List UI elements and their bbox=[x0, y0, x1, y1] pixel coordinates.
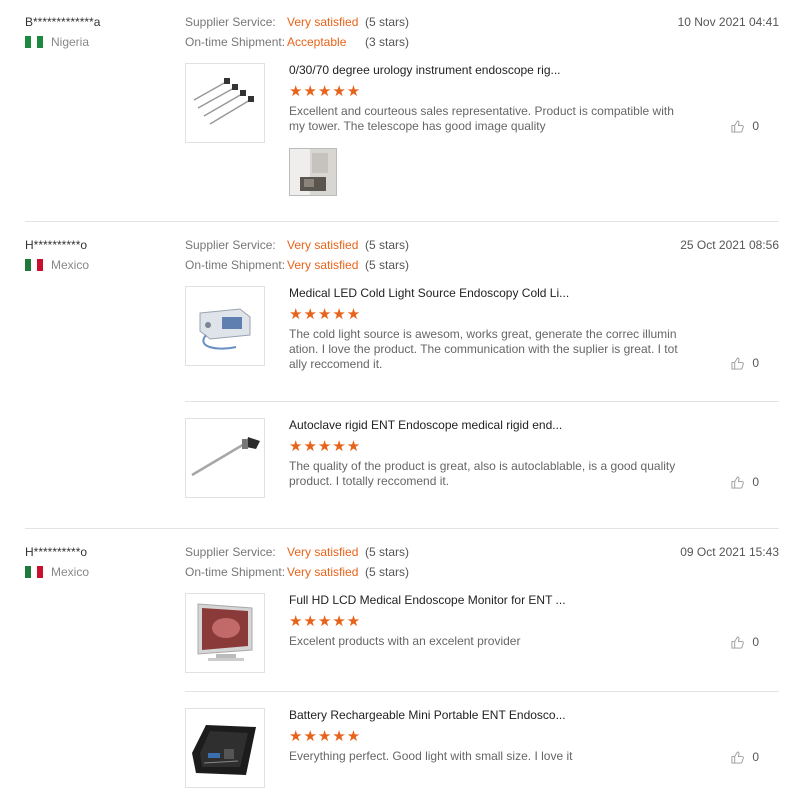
shipment-value: Very satisfied bbox=[287, 258, 359, 272]
like-count: 0 bbox=[752, 119, 759, 133]
shipment-label: On-time Shipment: bbox=[185, 35, 286, 49]
supplier-service-label: Supplier Service: bbox=[185, 238, 276, 252]
like-count: 0 bbox=[752, 635, 759, 649]
reviewed-product: Battery Rechargeable Mini Portable ENT E… bbox=[185, 708, 779, 790]
supplier-service-label: Supplier Service: bbox=[185, 15, 276, 29]
review-comment: The cold light source is awesom, works g… bbox=[289, 327, 678, 371]
shipment-label: On-time Shipment: bbox=[185, 258, 286, 272]
nigeria-flag-icon bbox=[25, 36, 43, 48]
country-name: Nigeria bbox=[51, 35, 90, 49]
review-comment: Excellent and courteous sales representa… bbox=[289, 104, 674, 133]
like-button[interactable]: 0 bbox=[731, 356, 759, 370]
review-divider bbox=[25, 528, 779, 529]
thumbs-up-icon bbox=[731, 356, 745, 370]
reviewer-country: Mexico bbox=[25, 565, 89, 579]
monitor-image[interactable] bbox=[185, 593, 265, 673]
supplier-service-stars: (5 stars) bbox=[365, 545, 410, 559]
shipment-value: Acceptable bbox=[287, 35, 347, 49]
product-title[interactable]: Autoclave rigid ENT Endoscope medical ri… bbox=[289, 418, 562, 432]
mexico-flag-icon bbox=[25, 566, 43, 578]
thumbs-up-icon bbox=[731, 750, 745, 764]
supplier-service-value: Very satisfied bbox=[287, 545, 359, 559]
supplier-service-value: Very satisfied bbox=[287, 238, 359, 252]
reviewer-name: H**********o bbox=[25, 545, 88, 559]
like-button[interactable]: 0 bbox=[731, 475, 759, 489]
like-button[interactable]: 0 bbox=[731, 750, 759, 764]
endoscope-set-image[interactable] bbox=[185, 63, 265, 143]
thumbs-up-icon bbox=[731, 119, 745, 133]
reviewer-name: B*************a bbox=[25, 15, 101, 29]
review-date: 10 Nov 2021 04:41 bbox=[677, 15, 779, 29]
shipment-stars: (5 stars) bbox=[365, 565, 410, 579]
review-divider bbox=[25, 221, 779, 222]
rigid-endoscope-image[interactable] bbox=[185, 418, 265, 498]
reviewed-product: Autoclave rigid ENT Endoscope medical ri… bbox=[185, 418, 779, 508]
country-name: Mexico bbox=[51, 565, 90, 579]
product-rating-stars: ★★★★★ bbox=[289, 306, 362, 323]
shipment-value: Very satisfied bbox=[287, 565, 359, 579]
review-photo[interactable] bbox=[289, 148, 337, 196]
supplier-service-label: Supplier Service: bbox=[185, 545, 276, 559]
reviewed-product: Full HD LCD Medical Endoscope Monitor fo… bbox=[185, 593, 779, 683]
reviewer-name: H**********o bbox=[25, 238, 88, 252]
supplier-service-stars: (5 stars) bbox=[365, 15, 410, 29]
thumbs-up-icon bbox=[731, 475, 745, 489]
reviewer-country: Mexico bbox=[25, 258, 89, 272]
thumbs-up-icon bbox=[731, 635, 745, 649]
product-rating-stars: ★★★★★ bbox=[289, 83, 362, 100]
product-title[interactable]: Full HD LCD Medical Endoscope Monitor fo… bbox=[289, 593, 566, 607]
portable-case-image[interactable] bbox=[185, 708, 265, 788]
review-comment: Everything perfect. Good light with smal… bbox=[289, 749, 573, 763]
review-date: 09 Oct 2021 15:43 bbox=[680, 545, 779, 559]
reviewer-country: Nigeria bbox=[25, 35, 89, 49]
shipment-stars: (5 stars) bbox=[365, 258, 410, 272]
shipment-label: On-time Shipment: bbox=[185, 565, 286, 579]
like-count: 0 bbox=[752, 750, 759, 764]
supplier-service-stars: (5 stars) bbox=[365, 238, 410, 252]
product-title[interactable]: Battery Rechargeable Mini Portable ENT E… bbox=[289, 708, 566, 722]
review-comment: Excelent products with an excelent provi… bbox=[289, 634, 521, 648]
like-button[interactable]: 0 bbox=[731, 635, 759, 649]
product-title[interactable]: Medical LED Cold Light Source Endoscopy … bbox=[289, 286, 569, 300]
review-comment: The quality of the product is great, als… bbox=[289, 459, 676, 488]
product-divider bbox=[185, 691, 779, 692]
supplier-service-value: Very satisfied bbox=[287, 15, 359, 29]
light-source-image[interactable] bbox=[185, 286, 265, 366]
reviewed-product: Medical LED Cold Light Source Endoscopy … bbox=[185, 286, 779, 376]
reviewed-product: 0/30/70 degree urology instrument endosc… bbox=[185, 63, 779, 203]
product-divider bbox=[185, 401, 779, 402]
product-rating-stars: ★★★★★ bbox=[289, 613, 362, 630]
like-button[interactable]: 0 bbox=[731, 119, 759, 133]
like-count: 0 bbox=[752, 356, 759, 370]
review-date: 25 Oct 2021 08:56 bbox=[680, 238, 779, 252]
product-title[interactable]: 0/30/70 degree urology instrument endosc… bbox=[289, 63, 561, 77]
mexico-flag-icon bbox=[25, 259, 43, 271]
country-name: Mexico bbox=[51, 258, 90, 272]
product-rating-stars: ★★★★★ bbox=[289, 728, 362, 745]
like-count: 0 bbox=[752, 475, 759, 489]
shipment-stars: (3 stars) bbox=[365, 35, 410, 49]
product-rating-stars: ★★★★★ bbox=[289, 438, 362, 455]
